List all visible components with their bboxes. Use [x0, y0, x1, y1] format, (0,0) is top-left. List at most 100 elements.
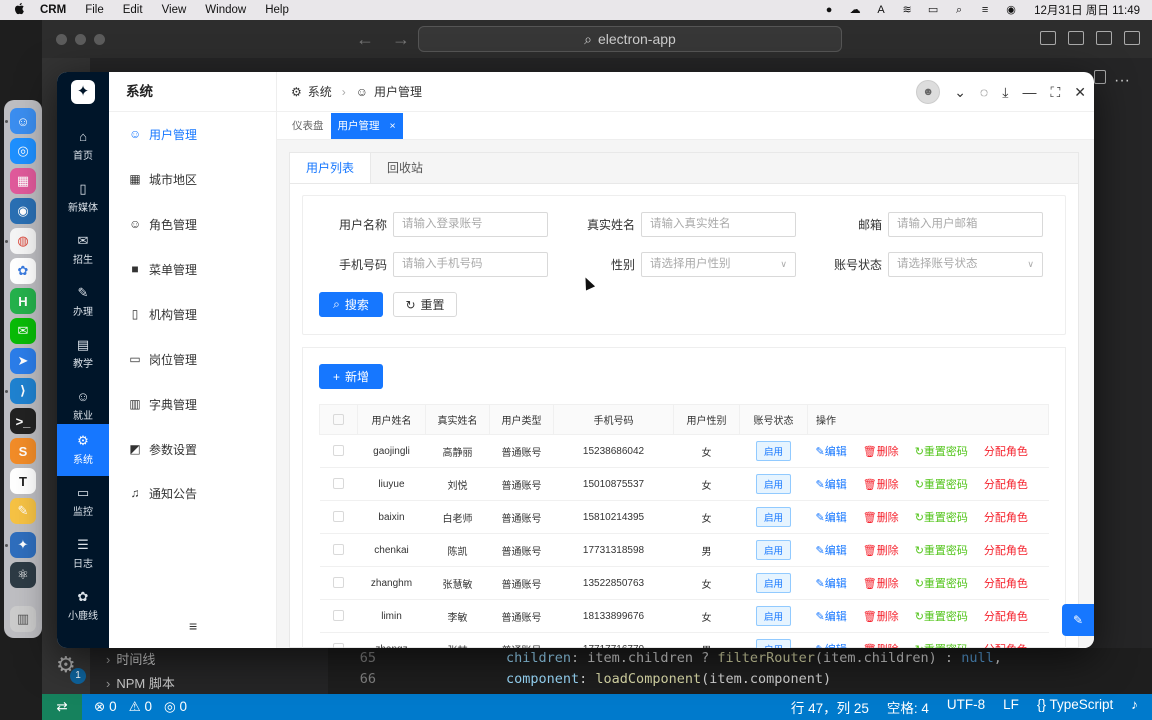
menu-edit[interactable]: Edit — [123, 4, 143, 16]
row-select-cell[interactable] — [319, 566, 358, 600]
safari-icon[interactable]: ◎ — [10, 138, 36, 164]
download-icon[interactable]: ⤓ — [1002, 84, 1008, 101]
search-button[interactable]: ⌕ 搜索 — [319, 292, 383, 317]
assign-role-button[interactable]: 分配角色 — [984, 479, 1028, 491]
submenu-item-user-management[interactable]: ☺ 用户管理 — [109, 123, 277, 145]
battery-icon[interactable]: ▭ — [926, 4, 940, 16]
menu-view[interactable]: View — [162, 4, 187, 16]
indentation[interactable]: 空格: 4 — [887, 697, 929, 717]
submenu-item-role-management[interactable]: ☺ 角色管理 — [109, 213, 277, 235]
menu-app-name[interactable]: CRM — [40, 4, 66, 16]
row-select-cell[interactable] — [319, 533, 358, 567]
spotlight-icon[interactable]: ⌕ — [952, 4, 966, 16]
rail-item-xiaoluxian[interactable]: ✿ 小鹿线 — [57, 580, 109, 632]
wifi-icon[interactable]: ≋ — [900, 4, 914, 16]
reset-password-button[interactable]: ↻重置密码 — [915, 512, 976, 524]
rail-item-processing[interactable]: ✎ 办理 — [57, 276, 109, 328]
row-checkbox[interactable] — [333, 643, 344, 648]
edit-button[interactable]: ✎编辑 — [816, 578, 855, 590]
wechat-icon[interactable]: ✉ — [10, 318, 36, 344]
hbuilder-icon[interactable]: H — [10, 288, 36, 314]
submenu-item-parameters[interactable]: ◩ 参数设置 — [109, 438, 277, 460]
phone-input[interactable]: 请输入手机号码 — [393, 252, 548, 277]
rail-item-system[interactable]: ⚙ 系统 — [57, 424, 109, 476]
chevron-down-icon[interactable]: ⌄ — [954, 84, 966, 101]
electron-icon[interactable]: ⚛ — [10, 562, 36, 588]
delete-button[interactable]: 🗑删除 — [863, 611, 907, 623]
column-header[interactable]: 用户类型 — [489, 404, 554, 435]
row-select-cell[interactable] — [319, 467, 358, 501]
vscode-dock-icon[interactable]: ⟩ — [10, 378, 36, 404]
collapse-menu-icon[interactable]: ≡ — [189, 618, 197, 634]
trash-icon[interactable]: ▥ — [10, 606, 36, 632]
menubar-clock[interactable]: 12月31日 周日 11:49 — [1034, 2, 1140, 18]
reset-button[interactable]: ↻ 重置 — [393, 292, 457, 317]
menu-file[interactable]: File — [85, 4, 104, 16]
delete-button[interactable]: 🗑删除 — [863, 545, 907, 557]
row-checkbox[interactable] — [333, 544, 344, 556]
status-select[interactable]: 请选择账号状态 ∨ — [888, 252, 1043, 277]
record-icon[interactable]: ● — [822, 4, 836, 16]
rail-item-home[interactable]: ⌂ 首页 — [57, 120, 109, 172]
language-mode[interactable]: {} TypeScript — [1037, 697, 1113, 717]
reset-password-button[interactable]: ↻重置密码 — [915, 611, 976, 623]
typora-icon[interactable]: T — [10, 468, 36, 494]
customize-layout-icon[interactable] — [1124, 31, 1140, 45]
delete-button[interactable]: 🗑删除 — [863, 578, 907, 590]
breadcrumb-item[interactable]: 系统 — [308, 83, 332, 100]
assign-role-button[interactable]: 分配角色 — [984, 611, 1028, 623]
assign-role-button[interactable]: 分配角色 — [984, 545, 1028, 557]
delete-button[interactable]: 🗑删除 — [863, 644, 907, 648]
submenu-item-post-management[interactable]: ▭ 岗位管理 — [109, 348, 277, 370]
rail-item-new-media[interactable]: ▯ 新媒体 — [57, 172, 109, 224]
tab-dashboard[interactable]: 仪表盘 — [285, 113, 331, 139]
reset-password-button[interactable]: ↻重置密码 — [915, 479, 976, 491]
submenu-item-org-management[interactable]: ▯ 机构管理 — [109, 303, 277, 325]
zoom-window-button[interactable] — [94, 34, 105, 45]
more-actions-icon[interactable]: ··· — [1114, 72, 1130, 90]
control-center-icon[interactable]: ≡ — [978, 4, 992, 16]
cloud-icon[interactable]: ☁ — [848, 4, 862, 16]
tab-recycle-bin[interactable]: 回收站 — [371, 153, 439, 183]
close-window-button[interactable] — [56, 34, 67, 45]
delete-button[interactable]: 🗑删除 — [863, 512, 907, 524]
reset-password-button[interactable]: ↻重置密码 — [915, 545, 976, 557]
email-input[interactable]: 请输入用户邮箱 — [888, 212, 1043, 237]
timeline-section[interactable]: › 时间线 — [90, 648, 328, 672]
submenu-item-dictionary[interactable]: ▥ 字典管理 — [109, 393, 277, 415]
toggle-sidebar-icon[interactable] — [1040, 31, 1056, 45]
rail-item-monitor[interactable]: ▭ 监控 — [57, 476, 109, 528]
edit-button[interactable]: ✎编辑 — [816, 446, 855, 458]
row-checkbox[interactable] — [333, 577, 344, 589]
select-all-header[interactable] — [319, 404, 358, 435]
column-header[interactable]: 账号状态 — [739, 404, 808, 435]
submenu-item-city-region[interactable]: ▦ 城市地区 — [109, 168, 277, 190]
finder-icon[interactable]: ☺ — [10, 108, 36, 134]
apple-icon[interactable] — [12, 2, 26, 18]
menu-window[interactable]: Window — [205, 4, 246, 16]
row-checkbox[interactable] — [333, 478, 344, 490]
column-header[interactable]: 用户姓名 — [357, 404, 426, 435]
terminal-icon[interactable]: >_ — [10, 408, 36, 434]
row-select-cell[interactable] — [319, 434, 358, 468]
back-arrow-icon[interactable]: ← — [356, 29, 374, 50]
edit-button[interactable]: ✎编辑 — [816, 512, 855, 524]
reset-password-button[interactable]: ↻重置密码 — [915, 578, 976, 590]
add-user-button[interactable]: + 新增 — [319, 364, 383, 389]
bell-icon[interactable]: ♪ — [1131, 697, 1138, 717]
row-checkbox[interactable] — [333, 610, 344, 622]
launchpad-icon[interactable]: ▦ — [10, 168, 36, 194]
tab-user-list[interactable]: 用户列表 — [290, 153, 372, 183]
row-select-cell[interactable] — [319, 632, 358, 648]
remote-indicator-icon[interactable]: ⇄ — [42, 694, 82, 720]
gender-select[interactable]: 请选择用户性别 ∨ — [641, 252, 796, 277]
delete-button[interactable]: 🗑删除 — [863, 479, 907, 491]
floating-settings-button[interactable]: ✎ — [1062, 604, 1094, 636]
tab-user-management[interactable]: 用户管理 × — [330, 113, 403, 139]
edit-button[interactable]: ✎编辑 — [816, 545, 855, 557]
errors-indicator[interactable]: ⊗ 0 — [94, 699, 117, 715]
row-select-cell[interactable] — [319, 599, 358, 633]
fullscreen-icon[interactable]: ⛶ — [1050, 84, 1060, 101]
chrome-icon[interactable]: ◍ — [10, 228, 36, 254]
split-editor-icon[interactable] — [1094, 70, 1106, 84]
